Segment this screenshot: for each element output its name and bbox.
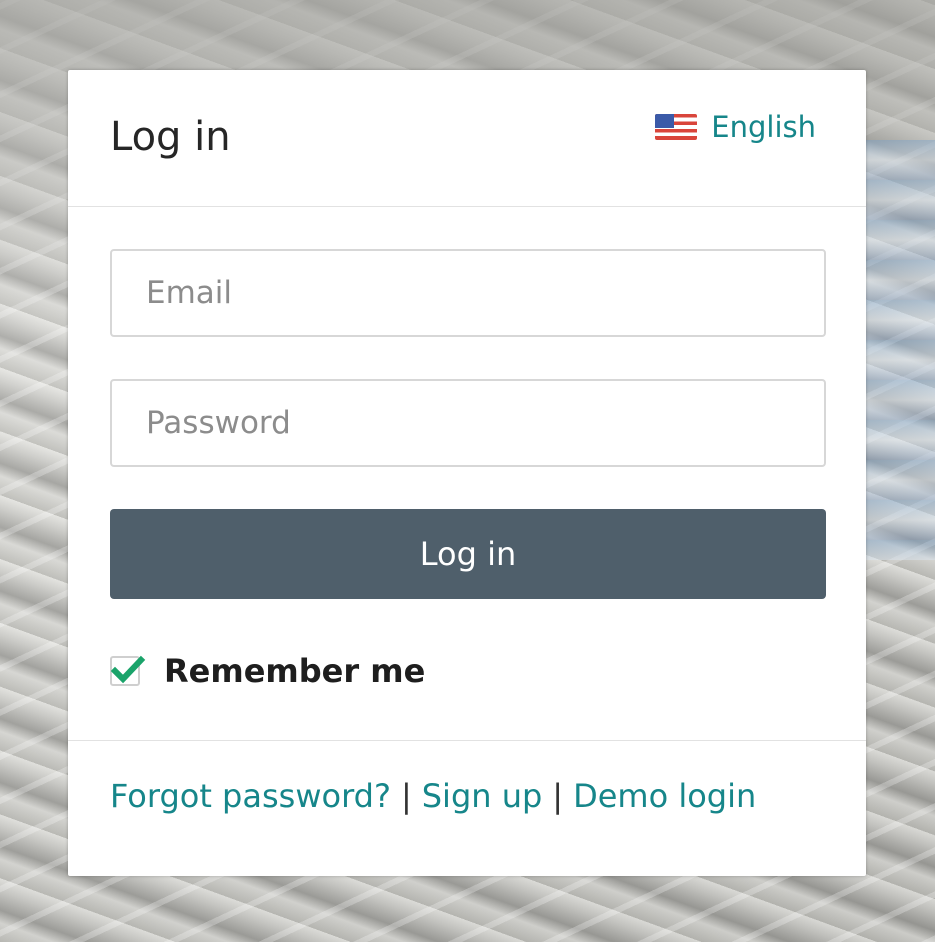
checkmark-icon <box>110 655 146 684</box>
us-flag-icon <box>655 114 698 140</box>
email-input[interactable] <box>110 249 826 337</box>
forgot-password-link[interactable]: Forgot password? <box>110 777 391 815</box>
demo-login-link[interactable]: Demo login <box>573 777 756 815</box>
card-header: Log in English <box>68 70 866 207</box>
page-title: Log in <box>110 114 231 160</box>
login-button[interactable]: Log in <box>110 509 826 599</box>
link-separator: | <box>400 777 412 815</box>
password-input[interactable] <box>110 379 826 467</box>
remember-me-row: Remember me <box>110 649 824 693</box>
remember-me-label: Remember me <box>164 652 426 690</box>
login-card: Log in English Log in Remember me Forgot… <box>68 70 866 876</box>
language-label: English <box>711 110 816 144</box>
login-form: Log in Remember me <box>68 207 866 693</box>
link-separator: | <box>552 777 564 815</box>
footer-links: Forgot password? | Sign up | Demo login <box>110 777 756 815</box>
card-footer: Forgot password? | Sign up | Demo login <box>68 740 866 876</box>
language-selector[interactable]: English <box>655 110 816 144</box>
sign-up-link[interactable]: Sign up <box>422 777 543 815</box>
remember-me-checkbox[interactable] <box>110 655 146 686</box>
